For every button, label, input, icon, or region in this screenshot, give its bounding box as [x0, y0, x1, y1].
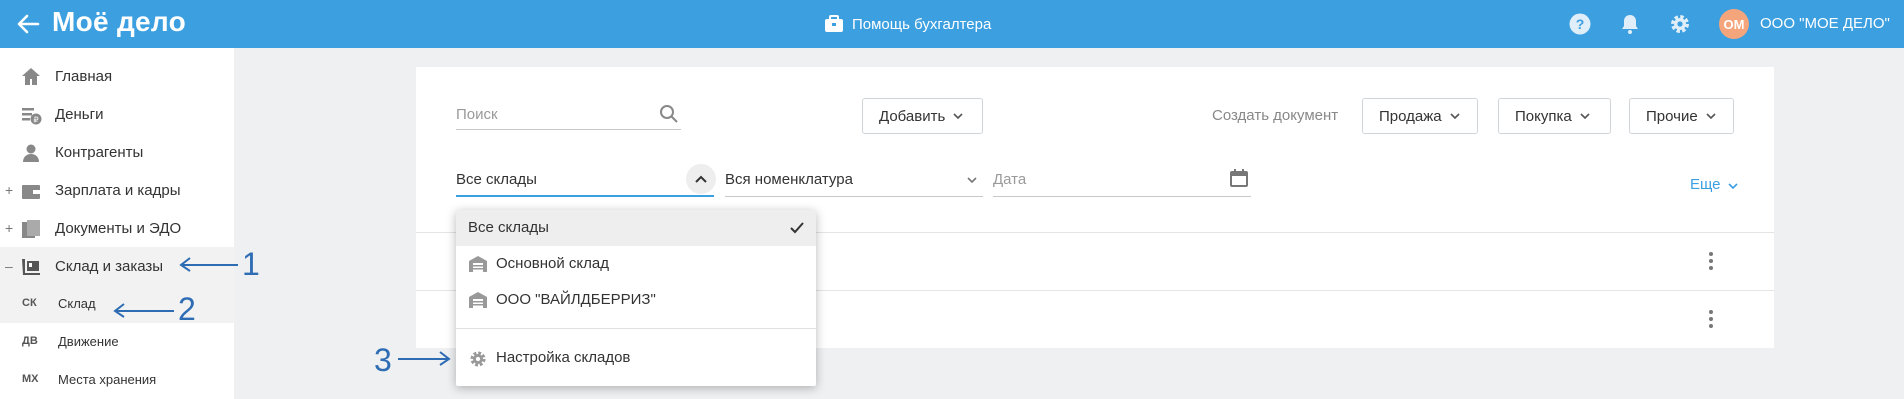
sidebar-subitem-movement[interactable]: ДВ Движение — [0, 323, 234, 361]
help-icon[interactable]: ? — [1568, 12, 1592, 36]
add-button-label: Добавить — [879, 107, 946, 125]
more-label: Еще — [1690, 176, 1721, 193]
chevron-down-icon — [1706, 113, 1716, 119]
documents-icon — [22, 220, 40, 238]
sidebar-item-contractors[interactable]: Контрагенты — [0, 133, 234, 171]
cart-icon — [22, 259, 40, 275]
purchase-button[interactable]: Покупка — [1498, 98, 1611, 134]
subitem-label: Склад — [58, 296, 96, 311]
dropdown-divider — [456, 328, 816, 329]
chevron-down-icon — [1728, 183, 1738, 190]
gear-icon — [470, 351, 486, 367]
annotation-number-2: 2 — [178, 291, 196, 327]
warehouse-icon — [469, 292, 487, 308]
sale-button[interactable]: Продажа — [1362, 98, 1478, 134]
sidebar-item-home[interactable]: Главная — [0, 57, 234, 95]
warehouse-select-value: Все склады — [456, 171, 537, 188]
sale-button-label: Продажа — [1379, 107, 1442, 125]
contractor-icon — [23, 144, 39, 162]
chevron-down-icon — [1450, 113, 1460, 119]
wallet-icon — [22, 185, 40, 199]
sidebar-item-salary[interactable]: + Зарплата и кадры — [0, 171, 234, 209]
row-menu-icon[interactable] — [1709, 310, 1713, 331]
sidebar-item-label: Деньги — [55, 105, 104, 123]
other-button[interactable]: Прочие — [1629, 98, 1734, 134]
warehouse-settings-label: Настройка складов — [496, 349, 631, 366]
expand-icon[interactable]: + — [5, 182, 13, 198]
gear-icon[interactable] — [1668, 12, 1692, 36]
create-document-label: Создать документ — [1212, 107, 1339, 124]
sidebar-item-label: Склад и заказы — [55, 257, 164, 275]
search-icon[interactable] — [659, 104, 679, 124]
date-input[interactable]: Дата — [993, 163, 1251, 197]
other-button-label: Прочие — [1646, 107, 1698, 125]
top-bar: Моё дело Помощь бухгалтера ? ОМ ООО "МОЕ… — [0, 0, 1904, 48]
more-filters-button[interactable]: Еще — [1690, 176, 1738, 193]
sidebar: Главная ₽ Деньги Контрагенты + Зарплата … — [0, 48, 234, 399]
purchase-button-label: Покупка — [1515, 107, 1572, 125]
annotation-arrow-1 — [179, 257, 238, 272]
sidebar-item-label: Главная — [55, 67, 113, 85]
organization-name[interactable]: ООО "МОЕ ДЕЛО" — [1760, 15, 1890, 32]
chevron-down-icon — [953, 113, 963, 119]
dropdown-item-all-warehouses[interactable]: Все склады — [456, 210, 816, 246]
expand-icon[interactable]: + — [5, 220, 13, 236]
nomenclature-select[interactable]: Вся номенклатура — [725, 163, 983, 197]
annotation-number-1: 1 — [242, 246, 260, 282]
dropdown-item-label: Основной склад — [496, 255, 610, 272]
warehouse-icon — [469, 256, 487, 272]
nomenclature-select-value: Вся номенклатура — [725, 171, 853, 188]
back-arrow-icon[interactable] — [14, 10, 42, 38]
sidebar-item-label: Документы и ЭДО — [55, 219, 182, 237]
sidebar-subitem-storage-places[interactable]: МХ Места хранения — [0, 361, 234, 399]
briefcase-icon — [825, 15, 843, 32]
search-placeholder: Поиск — [456, 106, 498, 123]
subitem-code: МХ — [22, 373, 39, 385]
svg-text:?: ? — [1576, 16, 1585, 32]
dropdown-item-main-warehouse[interactable]: Основной склад — [456, 246, 816, 282]
help-accountant-label: Помощь бухгалтера — [852, 15, 992, 33]
bell-icon[interactable] — [1618, 12, 1642, 36]
chevron-down-icon — [1580, 113, 1590, 119]
chevron-down-icon — [967, 177, 977, 183]
chevron-up-icon — [695, 175, 707, 183]
subitem-label: Места хранения — [58, 372, 157, 387]
sidebar-item-money[interactable]: ₽ Деньги — [0, 95, 234, 133]
sidebar-item-documents[interactable]: + Документы и ЭДО — [0, 209, 234, 247]
dropdown-item-wildberries[interactable]: ООО "ВАЙЛДБЕРРИЗ" — [456, 282, 816, 318]
row-menu-icon[interactable] — [1709, 252, 1713, 273]
logo[interactable]: Моё дело — [52, 6, 186, 38]
annotation-number-3: 3 — [374, 342, 392, 378]
help-accountant-button[interactable]: Помощь бухгалтера — [824, 12, 991, 36]
money-icon: ₽ — [22, 108, 42, 125]
calendar-icon[interactable] — [1229, 168, 1249, 188]
subitem-code: ДВ — [22, 335, 38, 347]
collapse-icon[interactable]: – — [5, 258, 13, 274]
subitem-code: СК — [22, 297, 37, 309]
svg-text:₽: ₽ — [33, 116, 38, 125]
avatar[interactable]: ОМ — [1719, 9, 1749, 39]
annotation-arrow-3 — [398, 351, 451, 366]
sidebar-item-label: Контрагенты — [55, 143, 144, 161]
dropdown-item-label: ООО "ВАЙЛДБЕРРИЗ" — [496, 291, 656, 308]
warehouse-select[interactable]: Все склады — [456, 163, 714, 197]
search-input[interactable]: Поиск — [456, 98, 681, 130]
annotation-arrow-2 — [113, 303, 174, 318]
collapse-dropdown-button[interactable] — [686, 164, 716, 194]
checkmark-icon — [790, 222, 804, 234]
home-icon — [22, 68, 40, 85]
dropdown-item-label: Все склады — [468, 219, 549, 236]
warehouse-dropdown: Все склады Основной склад ООО "ВАЙЛДБЕРР… — [456, 210, 816, 386]
sidebar-item-label: Зарплата и кадры — [55, 181, 181, 199]
subitem-label: Движение — [58, 334, 119, 349]
date-placeholder: Дата — [993, 171, 1027, 188]
warehouse-settings-item[interactable]: Настройка складов — [456, 340, 816, 376]
add-button[interactable]: Добавить — [862, 98, 983, 134]
